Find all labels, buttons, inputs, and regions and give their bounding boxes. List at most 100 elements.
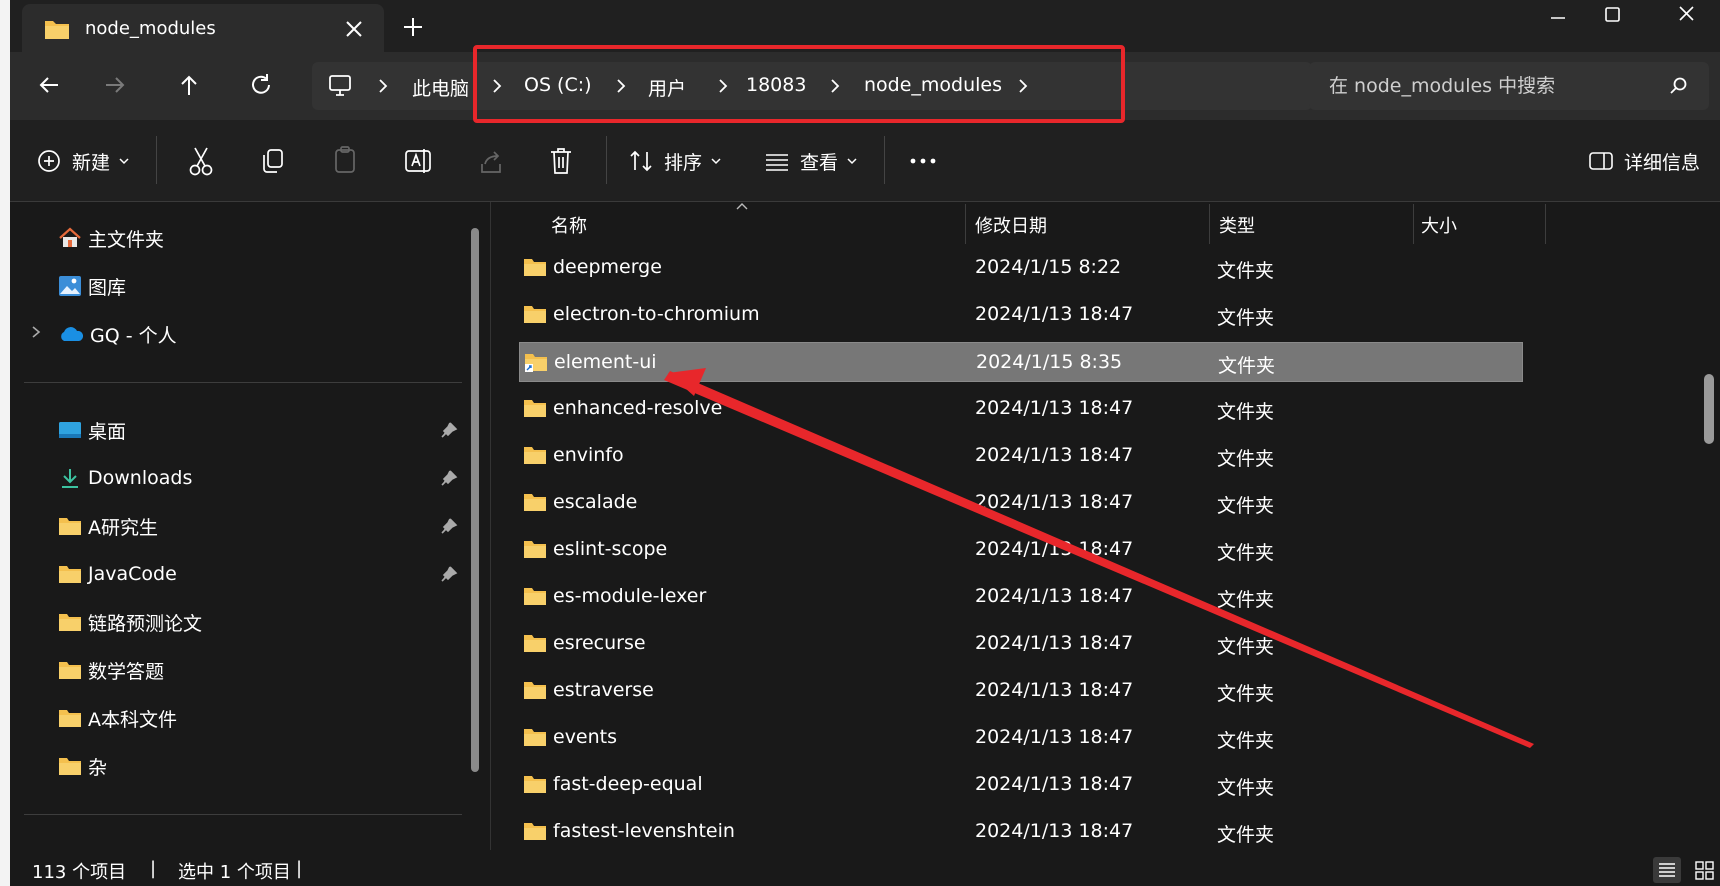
share-icon[interactable] [476,142,506,180]
file-modified: 2024/1/13 18:47 [975,773,1134,795]
search-input[interactable] [1329,72,1659,100]
search-icon[interactable] [1669,76,1689,96]
close-window-icon[interactable] [1666,2,1706,32]
sort-button[interactable]: 排序 [628,142,722,180]
sidebar-item-folder[interactable]: JavaCode [58,556,177,592]
file-modified: 2024/1/15 8:22 [975,256,1122,278]
table-row[interactable]: element-ui 2024/1/15 8:35 文件夹 [519,342,1523,382]
folder-icon [45,21,69,39]
tiles-view-icon[interactable] [1690,856,1720,884]
paste-icon[interactable] [330,142,360,180]
column-divider[interactable] [965,204,966,244]
table-row[interactable]: fast-deep-equal 2024/1/13 18:47 文件夹 [519,765,1523,805]
folder-icon [59,758,81,775]
file-list-scrollbar[interactable] [1704,374,1714,444]
pin-icon[interactable] [440,517,458,535]
folder-icon [524,682,546,699]
column-header-modified[interactable]: 修改日期 [975,202,1047,248]
close-tab-icon[interactable] [342,17,366,41]
new-tab-icon[interactable] [402,16,424,38]
column-divider[interactable] [1413,204,1414,244]
table-row[interactable]: enhanced-resolve 2024/1/13 18:47 文件夹 [519,389,1523,429]
new-button[interactable]: 新建 [36,142,130,180]
sidebar-item-folder[interactable]: 杂 [58,748,107,784]
sort-label: 排序 [664,151,703,174]
file-modified: 2024/1/13 18:47 [975,491,1134,513]
cut-icon[interactable] [186,142,216,180]
sidebar-item-gallery[interactable]: 图库 [58,268,126,304]
sidebar-item-onedrive[interactable]: GQ - 个人 [58,316,177,352]
folder-icon [524,306,546,323]
file-modified: 2024/1/13 18:47 [975,632,1134,654]
file-name: electron-to-chromium [553,303,760,325]
pin-icon[interactable] [440,565,458,583]
background-window-strip [0,0,10,886]
table-row[interactable]: electron-to-chromium 2024/1/13 18:47 文件夹 [519,295,1523,335]
table-row[interactable]: eslint-scope 2024/1/13 18:47 文件夹 [519,530,1523,570]
rename-icon[interactable] [402,142,434,180]
sort-icon [630,150,652,172]
view-list-icon [766,154,788,171]
sidebar-item-downloads[interactable]: Downloads [58,460,192,496]
up-arrow-icon[interactable] [174,70,204,100]
sidebar-item-label: 桌面 [88,420,127,443]
sidebar-item-label: 杂 [88,756,108,779]
folder-icon [59,518,81,535]
folder-icon [59,566,81,583]
file-name: fast-deep-equal [553,773,703,795]
table-row[interactable]: deepmerge 2024/1/15 8:22 文件夹 [519,248,1523,288]
column-header-name[interactable]: 名称 [551,202,587,248]
table-row[interactable]: escalade 2024/1/13 18:47 文件夹 [519,483,1523,523]
column-divider[interactable] [1209,204,1210,244]
back-arrow-icon[interactable] [34,70,64,100]
sidebar-item-desktop[interactable]: 桌面 [58,412,126,448]
minimize-icon[interactable] [1538,6,1578,30]
forward-arrow-icon[interactable] [100,70,130,100]
sidebar-scrollbar[interactable] [471,228,479,772]
breadcrumb-this-pc[interactable]: 此电脑 [412,74,469,101]
pin-icon[interactable] [440,421,458,439]
sidebar-item-folder[interactable]: 链路预测论文 [58,604,202,640]
tab-node-modules[interactable]: node_modules [22,4,384,52]
details-view-icon[interactable] [1652,856,1682,884]
copy-icon[interactable] [258,142,288,180]
search-box[interactable] [1309,62,1709,110]
delete-icon[interactable] [546,142,576,180]
table-row[interactable]: fastest-levenshtein 2024/1/13 18:47 文件夹 [519,812,1523,852]
details-pane-button[interactable]: 详细信息 [1588,142,1700,180]
view-label: 查看 [800,151,839,174]
sidebar-item-label: 图库 [88,276,127,299]
column-header-type[interactable]: 类型 [1219,202,1255,248]
column-header-size[interactable]: 大小 [1421,202,1457,248]
table-row[interactable]: esrecurse 2024/1/13 18:47 文件夹 [519,624,1523,664]
sidebar-item-folder[interactable]: 数学答题 [58,652,164,688]
file-modified: 2024/1/13 18:47 [975,585,1134,607]
add-circle-icon [38,150,60,172]
file-modified: 2024/1/13 18:47 [975,303,1134,325]
file-name: element-ui [554,351,657,373]
chevron-right-icon[interactable] [376,77,390,95]
pin-icon[interactable] [440,469,458,487]
gallery-icon [59,276,81,296]
file-modified: 2024/1/13 18:47 [975,820,1134,842]
view-button[interactable]: 查看 [764,142,858,180]
refresh-icon[interactable] [246,70,276,100]
sidebar-item-folder[interactable]: A研究生 [58,508,158,544]
table-row[interactable]: estraverse 2024/1/13 18:47 文件夹 [519,671,1523,711]
file-name: events [553,726,618,748]
file-list: 名称 修改日期 类型 大小 deepmerge 2024/1/15 8:22 文件夹… [491,202,1720,850]
status-bar: 113 个项目 | 选中 1 个项目 | [10,850,1720,886]
folder-icon [525,354,547,372]
maximize-icon[interactable] [1592,2,1632,32]
chevron-right-icon[interactable] [30,324,42,340]
sidebar-item-label: 主文件夹 [88,228,165,251]
table-row[interactable]: es-module-lexer 2024/1/13 18:47 文件夹 [519,577,1523,617]
more-options-icon[interactable] [908,142,938,180]
sidebar-item-folder[interactable]: A本科文件 [58,700,177,736]
file-type: 文件夹 [1217,307,1275,329]
table-row[interactable]: events 2024/1/13 18:47 文件夹 [519,718,1523,758]
file-type: 文件夹 [1217,636,1275,658]
table-row[interactable]: envinfo 2024/1/13 18:47 文件夹 [519,436,1523,476]
column-divider[interactable] [1545,204,1546,244]
sidebar-item-home[interactable]: 主文件夹 [58,220,164,256]
